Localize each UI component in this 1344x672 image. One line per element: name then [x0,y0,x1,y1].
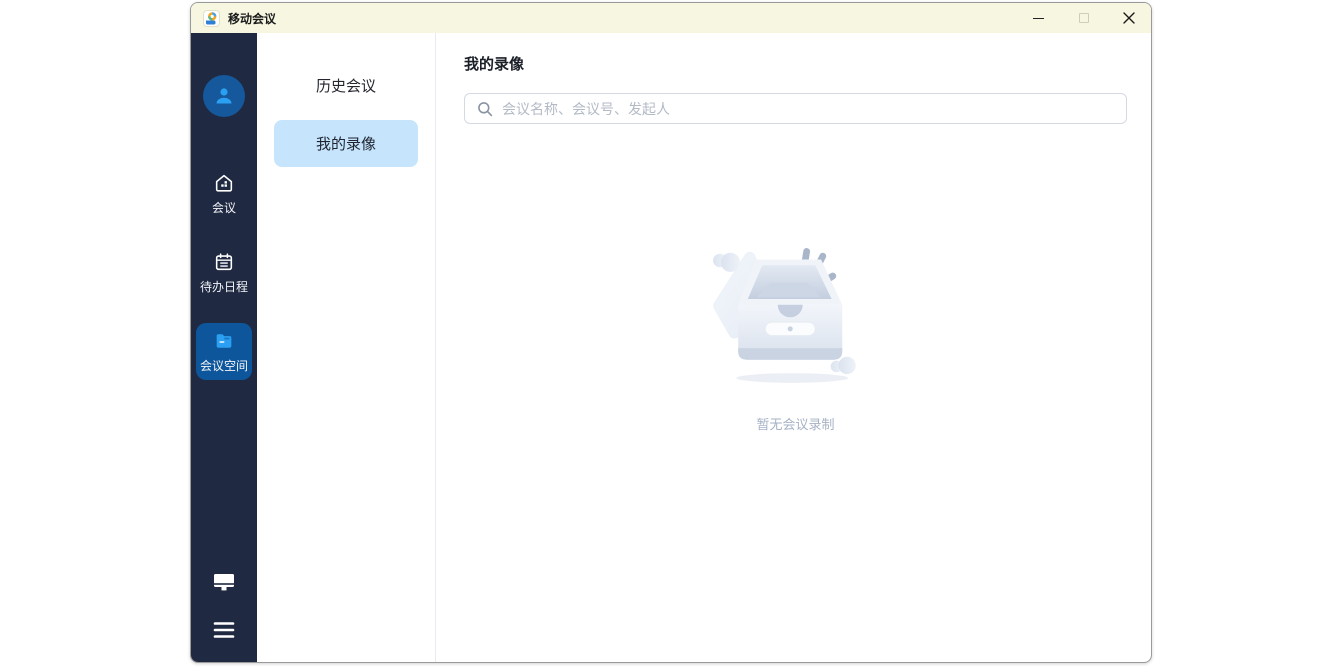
box-handle-dot [787,326,792,331]
folder-icon [213,330,235,352]
user-avatar-icon [212,84,236,108]
empty-state-message: 暂无会议录制 [756,414,834,433]
sidebar-item-label: 待办日程 [200,278,248,295]
sidebar-item-label: 会议空间 [200,357,248,374]
minimize-icon [1033,18,1044,19]
main-content: 我的录像 [436,33,1151,662]
menu-button[interactable] [212,620,236,640]
empty-open-box-illustration [690,232,902,392]
close-icon [1123,12,1135,24]
window-title: 移动会议 [228,10,1016,27]
empty-state: 暂无会议录制 [464,124,1127,662]
search-icon [477,101,493,117]
home-icon [213,172,235,194]
user-avatar[interactable] [203,75,245,117]
window-body: 会议 待办日程 会议空间 [191,33,1151,662]
panel-item-my-recordings[interactable]: 我的录像 [274,120,418,167]
illustration-shadow [736,373,848,383]
sidebar-bottom [211,570,237,662]
box-bottom-edge [738,348,842,360]
app-logo-icon [203,10,220,27]
screen-share-icon [211,570,237,594]
history-panel: 历史会议 我的录像 [257,33,436,662]
maximize-button[interactable] [1061,3,1106,33]
search-input[interactable] [502,101,1116,117]
page-title: 我的录像 [464,53,1127,74]
screen-share-button[interactable] [211,570,237,594]
search-box[interactable] [464,93,1127,124]
window-controls [1016,3,1151,33]
sidebar-item-todo-schedule[interactable]: 待办日程 [196,244,252,301]
calendar-icon [213,251,235,273]
titlebar[interactable]: 移动会议 [191,3,1151,33]
sidebar-item-meeting[interactable]: 会议 [196,165,252,222]
menu-icon [212,620,236,640]
sidebar-item-meeting-space[interactable]: 会议空间 [196,323,252,380]
panel-title: 历史会议 [316,75,376,96]
maximize-icon [1079,13,1089,23]
minimize-button[interactable] [1016,3,1061,33]
sidebar-item-label: 会议 [212,199,236,216]
app-window: 移动会议 [190,2,1152,663]
sidebar: 会议 待办日程 会议空间 [191,33,257,662]
close-button[interactable] [1106,3,1151,33]
